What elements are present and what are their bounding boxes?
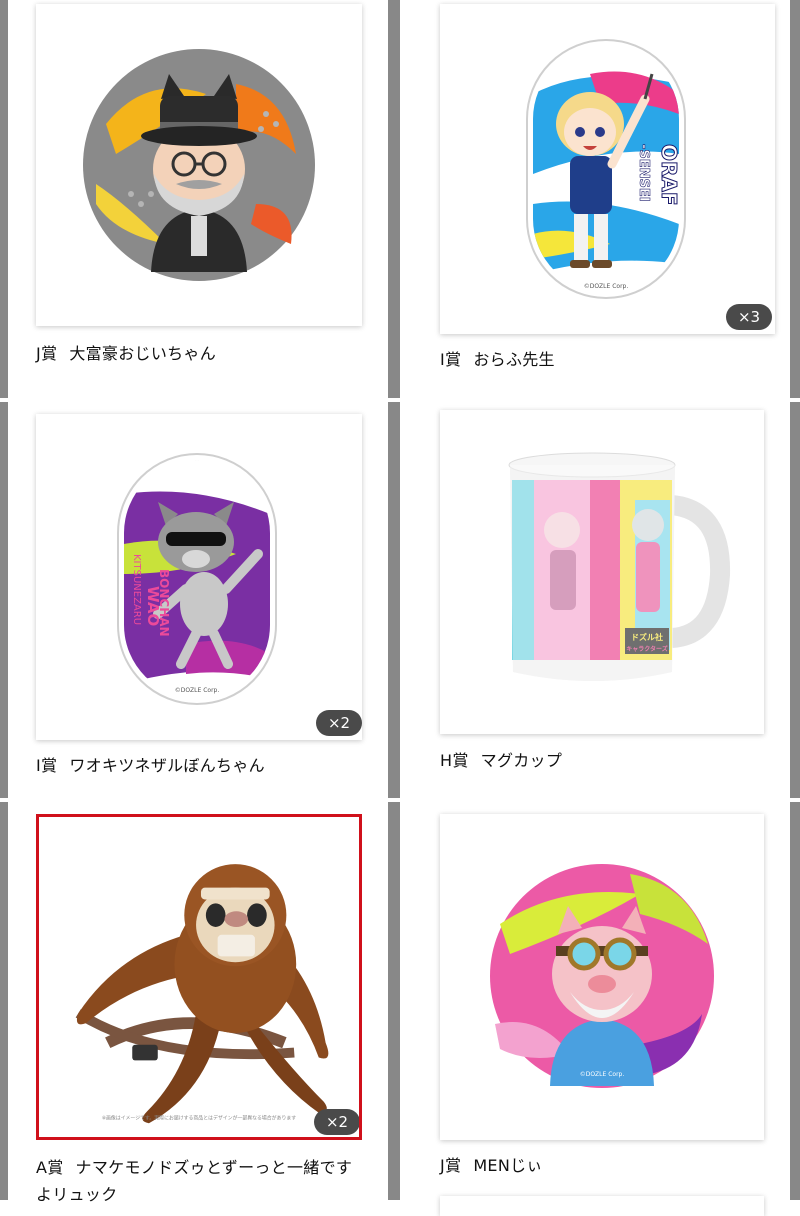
quantity-badge: ×2 (314, 1109, 359, 1135)
prize-rank: A賞 (36, 1158, 64, 1177)
prize-name: 大富豪おじいちゃん (69, 344, 217, 363)
right-divider (790, 0, 800, 1200)
product-image[interactable]: WAO KITSUNEZARU BONCHAN ©DOZLE Corp. ×2 (36, 414, 362, 740)
copyright-text: ©DOZLE Corp. (580, 1071, 625, 1078)
product-image[interactable] (36, 4, 362, 326)
row-separator (0, 798, 800, 802)
mug-image: ドズル社 キャラクターズ (508, 452, 731, 681)
prize-name: MENじぃ (473, 1156, 543, 1175)
prize-name: おらふ先生 (473, 350, 555, 369)
prize-label: H賞 マグカップ (440, 747, 764, 774)
next-product-image[interactable] (440, 1196, 764, 1216)
can-badge-ojiichan-image (83, 49, 315, 281)
prize-name: ナマケモノドズゥとずーっと一緒ですよリュック (36, 1158, 353, 1204)
prize-name: ワオキツネザルぼんちゃん (69, 756, 265, 775)
prize-label: J賞 MENじぃ (440, 1152, 764, 1179)
prize-rank: J賞 (36, 344, 58, 363)
prize-label: I賞 ワオキツネザルぼんちゃん (36, 752, 362, 779)
prize-rank: I賞 (36, 756, 58, 775)
quantity-badge: ×3 (726, 304, 772, 330)
can-badge-menjii-image: ©DOZLE Corp. (490, 864, 714, 1088)
product-image-selected[interactable]: ※画像はイメージです。実際にお届けする商品とはデザインが一部異なる場合があります… (36, 814, 362, 1140)
acrylic-keychain-oraf-image: ORAF -SENSEI ©DOZLE Corp. (526, 39, 686, 299)
oraf-art-subtext: -SENSEI (636, 144, 651, 202)
prize-name: マグカップ (480, 751, 563, 770)
copyright-text: ©DOZLE Corp. (175, 687, 220, 694)
product-image[interactable]: ORAF -SENSEI ©DOZLE Corp. ×3 (440, 4, 775, 334)
quantity-badge: ×2 (316, 710, 362, 736)
bon-art-text-2: KITSUNEZARU (131, 554, 142, 625)
left-divider (0, 0, 8, 1200)
prize-label: I賞 おらふ先生 (440, 346, 775, 373)
sloth-backpack-image: ※画像はイメージです。実際にお届けする商品とはデザインが一部異なる場合があります (75, 864, 329, 1124)
product-image[interactable]: ©DOZLE Corp. (440, 814, 764, 1140)
center-divider (388, 0, 400, 1200)
copyright-text: ©DOZLE Corp. (584, 283, 629, 290)
prize-rank: H賞 (440, 751, 469, 770)
oraf-art-text: ORAF (657, 144, 681, 206)
disclaimer-text: ※画像はイメージです。実際にお届けする商品とはデザインが一部異なる場合があります (102, 1114, 296, 1121)
prize-rank: J賞 (440, 1156, 462, 1175)
acrylic-keychain-bonchan-image: WAO KITSUNEZARU BONCHAN ©DOZLE Corp. (117, 453, 277, 705)
product-image[interactable]: ドズル社 キャラクターズ (440, 410, 764, 734)
bon-art-text-3: BONCHAN (157, 569, 171, 637)
prize-rank: I賞 (440, 350, 462, 369)
row-separator (0, 398, 800, 402)
prize-label: J賞 大富豪おじいちゃん (36, 340, 362, 367)
